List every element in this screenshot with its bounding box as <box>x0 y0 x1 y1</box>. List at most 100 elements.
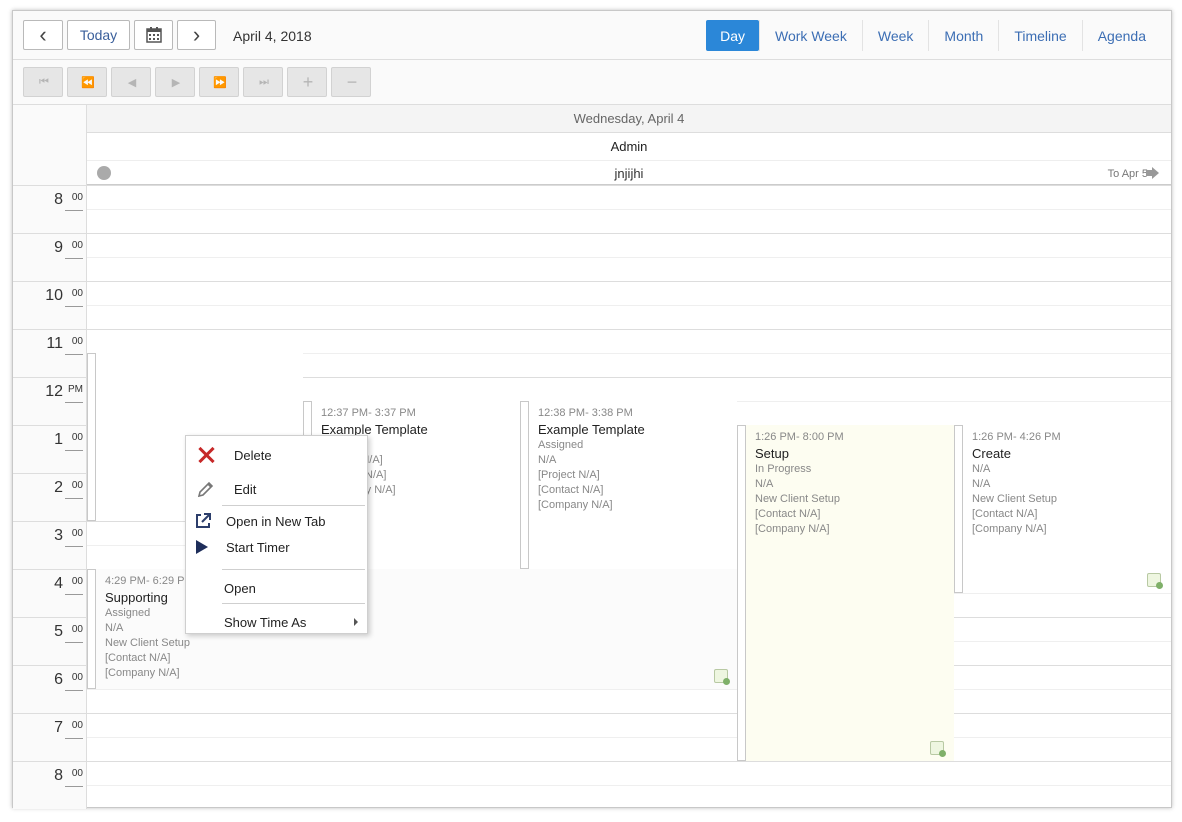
date-picker-button[interactable] <box>134 20 173 50</box>
time-slot: 6 00 <box>13 665 87 713</box>
hour-label: 6 <box>54 671 63 688</box>
minute-label: 00 <box>71 432 83 443</box>
menu-item-open[interactable]: Open <box>186 575 367 601</box>
view-agenda-button[interactable]: Agenda <box>1081 20 1161 51</box>
scheduler: ‹ Today › April 4, 2018 Day Work Week We… <box>12 10 1172 809</box>
top-toolbar: ‹ Today › April 4, 2018 Day Work Week We… <box>13 11 1171 60</box>
submenu-arrow-icon <box>354 618 358 626</box>
time-slot: 2 00 <box>13 473 87 521</box>
note-icon[interactable] <box>714 669 730 685</box>
back-button[interactable]: ◀ <box>111 67 151 97</box>
fast-forward-button[interactable]: ⏩ <box>199 67 239 97</box>
menu-label: Start Timer <box>226 539 290 555</box>
external-link-icon <box>196 513 211 528</box>
continues-label: To Apr 5 <box>1108 167 1159 180</box>
event-title: Setup <box>755 446 789 461</box>
minute-label: PM <box>68 384 83 395</box>
context-menu: Delete Edit Open in New Tab Start Timer <box>185 435 368 634</box>
event-setup[interactable]: 1:26 PM- 8:00 PM Setup In Progress N/A N… <box>737 425 954 761</box>
view-week-button[interactable]: Week <box>861 20 929 51</box>
time-column: 8 00 9 00 10 00 11 00 12 PM 1 00 2 00 3 00 4 00 5… <box>13 185 87 809</box>
menu-item-delete[interactable]: Delete <box>186 442 367 468</box>
time-slot: 9 00 <box>13 233 87 281</box>
first-button[interactable]: ⏮ <box>23 67 63 97</box>
hour-label: 3 <box>54 527 63 544</box>
hour-label: 8 <box>54 767 63 784</box>
view-work-week-button[interactable]: Work Week <box>759 20 862 51</box>
event-create[interactable]: 1:26 PM- 4:26 PM Create N/A N/A New Clie… <box>954 425 1171 593</box>
continues-text: To Apr 5 <box>1107 168 1148 180</box>
event-detail: [Contact N/A] <box>538 484 604 496</box>
prev-day-button[interactable]: ‹ <box>23 20 63 50</box>
hour-label: 1 <box>54 431 63 448</box>
event-title: Example Template <box>538 422 645 437</box>
time-slot: 8 00 <box>13 185 87 233</box>
hour-label: 11 <box>46 335 63 352</box>
minute-label: 00 <box>71 720 83 731</box>
time-slot: 11 00 <box>13 329 87 377</box>
event-detail: New Client Setup <box>972 493 1057 505</box>
menu-label: Delete <box>234 447 272 463</box>
minute-label: 00 <box>71 624 83 635</box>
menu-item-edit[interactable]: Edit <box>186 476 367 502</box>
nav-toolbar: ⏮ ⏪ ◀ ▶ ⏩ ⏭ + − <box>13 60 1171 105</box>
menu-item-show-time-as[interactable]: Show Time As <box>186 609 367 635</box>
view-day-button[interactable]: Day <box>706 20 760 51</box>
time-slot: 12 PM <box>13 377 87 425</box>
minute-label: 00 <box>71 528 83 539</box>
minute-label: 00 <box>71 768 83 779</box>
hour-label: 2 <box>54 479 63 496</box>
minute-label: 00 <box>71 672 83 683</box>
note-icon[interactable] <box>930 741 946 757</box>
event-status: In Progress <box>755 463 812 475</box>
view-month-button[interactable]: Month <box>928 20 998 51</box>
event-detail: [Company N/A] <box>755 523 830 535</box>
event-time: 12:38 PM- 3:38 PM <box>538 407 633 419</box>
event-status: Assigned <box>538 439 584 451</box>
time-slot: 10 00 <box>13 281 87 329</box>
minute-label: 00 <box>71 480 83 491</box>
event-time: 1:26 PM- 8:00 PM <box>755 431 844 443</box>
zoom-out-button[interactable]: − <box>331 67 371 97</box>
forward-button[interactable]: ▶ <box>155 67 195 97</box>
note-icon[interactable] <box>1147 573 1163 589</box>
event-detail: [Contact N/A] <box>755 508 821 520</box>
event-time: 12:37 PM- 3:37 PM <box>321 407 416 419</box>
minute-label: 00 <box>71 576 83 587</box>
today-button[interactable]: Today <box>67 20 130 50</box>
minute-label: 00 <box>71 288 83 299</box>
all-day-event[interactable]: jnjijhi <box>87 166 1171 181</box>
today-label: Today <box>79 27 118 43</box>
event-example-template-2[interactable]: 12:38 PM- 3:38 PM Example Template Assig… <box>520 401 737 569</box>
event-detail: [Contact N/A] <box>105 652 171 664</box>
menu-item-start-timer[interactable]: Start Timer <box>186 534 367 560</box>
view-timeline-button[interactable]: Timeline <box>998 20 1081 51</box>
next-day-button[interactable]: › <box>177 20 216 50</box>
last-button[interactable]: ⏭ <box>243 67 283 97</box>
minute-label: 00 <box>71 192 83 203</box>
menu-item-open-new-tab[interactable]: Open in New Tab <box>186 508 367 534</box>
day-header: Wednesday, April 4 <box>87 105 1171 133</box>
hour-label: 4 <box>54 575 63 592</box>
time-slot: 3 00 <box>13 521 87 569</box>
event-time: 1:26 PM- 4:26 PM <box>972 431 1061 443</box>
pencil-icon <box>197 481 214 498</box>
hour-label: 5 <box>54 623 63 640</box>
current-date-label: April 4, 2018 <box>233 28 312 44</box>
event-title: Create <box>972 446 1012 461</box>
hour-label: 7 <box>54 719 63 736</box>
fast-back-button[interactable]: ⏪ <box>67 67 107 97</box>
event-detail: N/A <box>755 478 774 490</box>
menu-label: Show Time As <box>224 614 307 630</box>
event-detail: [Project N/A] <box>538 469 600 481</box>
resource-header: Admin <box>87 133 1171 161</box>
minute-label: 00 <box>71 336 83 347</box>
arrow-right-icon <box>1146 167 1159 179</box>
hour-label: 8 <box>54 191 63 208</box>
hour-label: 12 <box>45 383 63 400</box>
event-detail: [Company N/A] <box>972 523 1047 535</box>
menu-label: Open <box>224 580 256 596</box>
time-slot: 1 00 <box>13 425 87 473</box>
zoom-in-button[interactable]: + <box>287 67 327 97</box>
view-switcher: Day Work Week Week Month Timeline Agenda <box>706 20 1161 51</box>
